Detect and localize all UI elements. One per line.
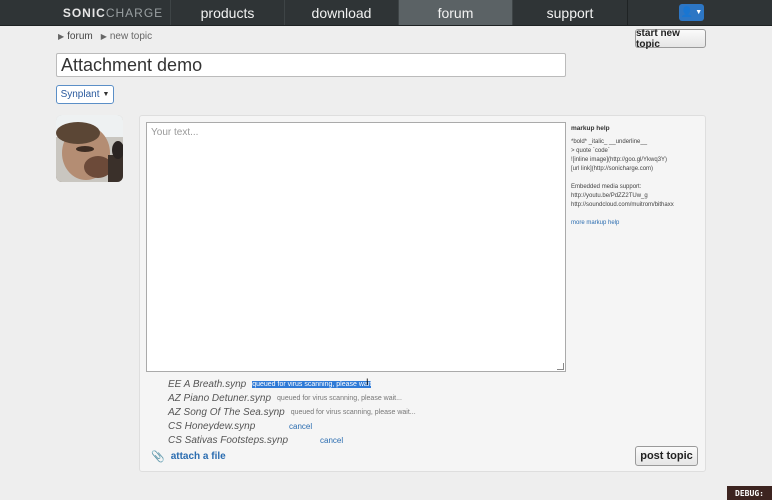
post-topic-button[interactable]: post topic: [635, 446, 698, 466]
nav-support[interactable]: support: [512, 0, 628, 25]
avatar: [56, 115, 123, 182]
attachment-name: AZ Song Of The Sea.synp: [168, 406, 285, 418]
user-icon: 👤: [680, 7, 694, 18]
markup-help-line: *bold* _italic_ __underline__: [571, 139, 648, 145]
text-cursor-icon: I: [366, 377, 369, 387]
embed-media-title: Embedded media support:: [571, 184, 642, 190]
breadcrumb-forum-link[interactable]: forum: [67, 31, 93, 42]
attachment-list: EE A Breath.synp queued for virus scanni…: [168, 377, 416, 447]
breadcrumb-arrow-icon: ▶: [100, 32, 107, 41]
logo-part-sonic: SONIC: [62, 5, 106, 20]
chevron-down-icon: ▼: [695, 9, 703, 16]
attachment-name: EE A Breath.synp: [168, 378, 247, 390]
attachment-item: AZ Song Of The Sea.synp queued for virus…: [168, 405, 416, 419]
attachment-item: AZ Piano Detuner.synp queued for virus s…: [168, 391, 416, 405]
attachment-status: queued for virus scanning, please wait: [252, 380, 372, 388]
embed-media-line: http://youtu.be/PdZZ2TUw_g: [571, 193, 648, 199]
markup-help-line: ![inline image](http://goo.gl/Ykwq3Y): [571, 157, 668, 163]
breadcrumb-current: new topic: [109, 31, 153, 42]
textarea-placeholder: Your text...: [151, 127, 199, 138]
attachment-cancel-link[interactable]: cancel: [320, 436, 343, 445]
category-selected: Synplant: [60, 89, 100, 100]
paperclip-icon: 📎: [151, 451, 165, 463]
nav-download[interactable]: download: [284, 0, 399, 25]
attach-file-label: attach a file: [170, 451, 226, 462]
attachment-name: AZ Piano Detuner.synp: [168, 392, 272, 404]
markup-help: markup help *bold* _italic_ __underline_…: [571, 124, 706, 228]
breadcrumb: ▶ forum ▶ new topic: [58, 31, 152, 42]
attachment-status: queued for virus scanning, please wait..…: [277, 394, 402, 402]
attachment-item: CS Honeydew.synp cancel: [168, 419, 416, 433]
topic-title-input[interactable]: [56, 53, 566, 77]
debug-badge: DEBUG:: [727, 486, 772, 500]
markup-help-line: > quote `code`: [571, 148, 610, 154]
attachment-name: CS Sativas Footsteps.synp: [168, 434, 289, 446]
user-menu-button[interactable]: 👤 ▼: [679, 4, 704, 21]
attachment-status: queued for virus scanning, please wait..…: [290, 408, 416, 416]
more-markup-help-link[interactable]: more markup help: [571, 219, 706, 228]
resize-handle[interactable]: [557, 363, 564, 370]
chevron-down-icon: ▼: [102, 91, 110, 98]
breadcrumb-arrow-icon: ▶: [58, 32, 65, 41]
attachment-item: CS Sativas Footsteps.synp cancel: [168, 433, 416, 447]
attachment-item: EE A Breath.synp queued for virus scanni…: [168, 377, 416, 391]
top-navigation: SONIC CHARGE products download forum supp…: [0, 0, 772, 26]
post-body-textarea[interactable]: Your text...: [146, 122, 566, 372]
markup-help-line: [url link](http://sonicharge.com): [571, 166, 654, 172]
attach-file-link[interactable]: 📎 attach a file: [151, 450, 226, 463]
logo-part-charge: CHARGE: [105, 5, 164, 20]
attachment-name: CS Honeydew.synp: [168, 420, 256, 432]
nav-products[interactable]: products: [170, 0, 285, 25]
markup-help-title: markup help: [571, 125, 610, 132]
start-new-topic-button[interactable]: start new topic: [635, 28, 706, 50]
attachment-cancel-link[interactable]: cancel: [289, 422, 312, 431]
sonic-charge-logo[interactable]: SONIC CHARGE: [56, 0, 171, 25]
embed-media-line: http://soundcloud.com/muitrom/bithaxx: [571, 202, 674, 208]
category-dropdown[interactable]: Synplant ▼: [56, 85, 114, 104]
nav-forum[interactable]: forum: [398, 0, 513, 25]
avatar-photo: [56, 115, 123, 182]
